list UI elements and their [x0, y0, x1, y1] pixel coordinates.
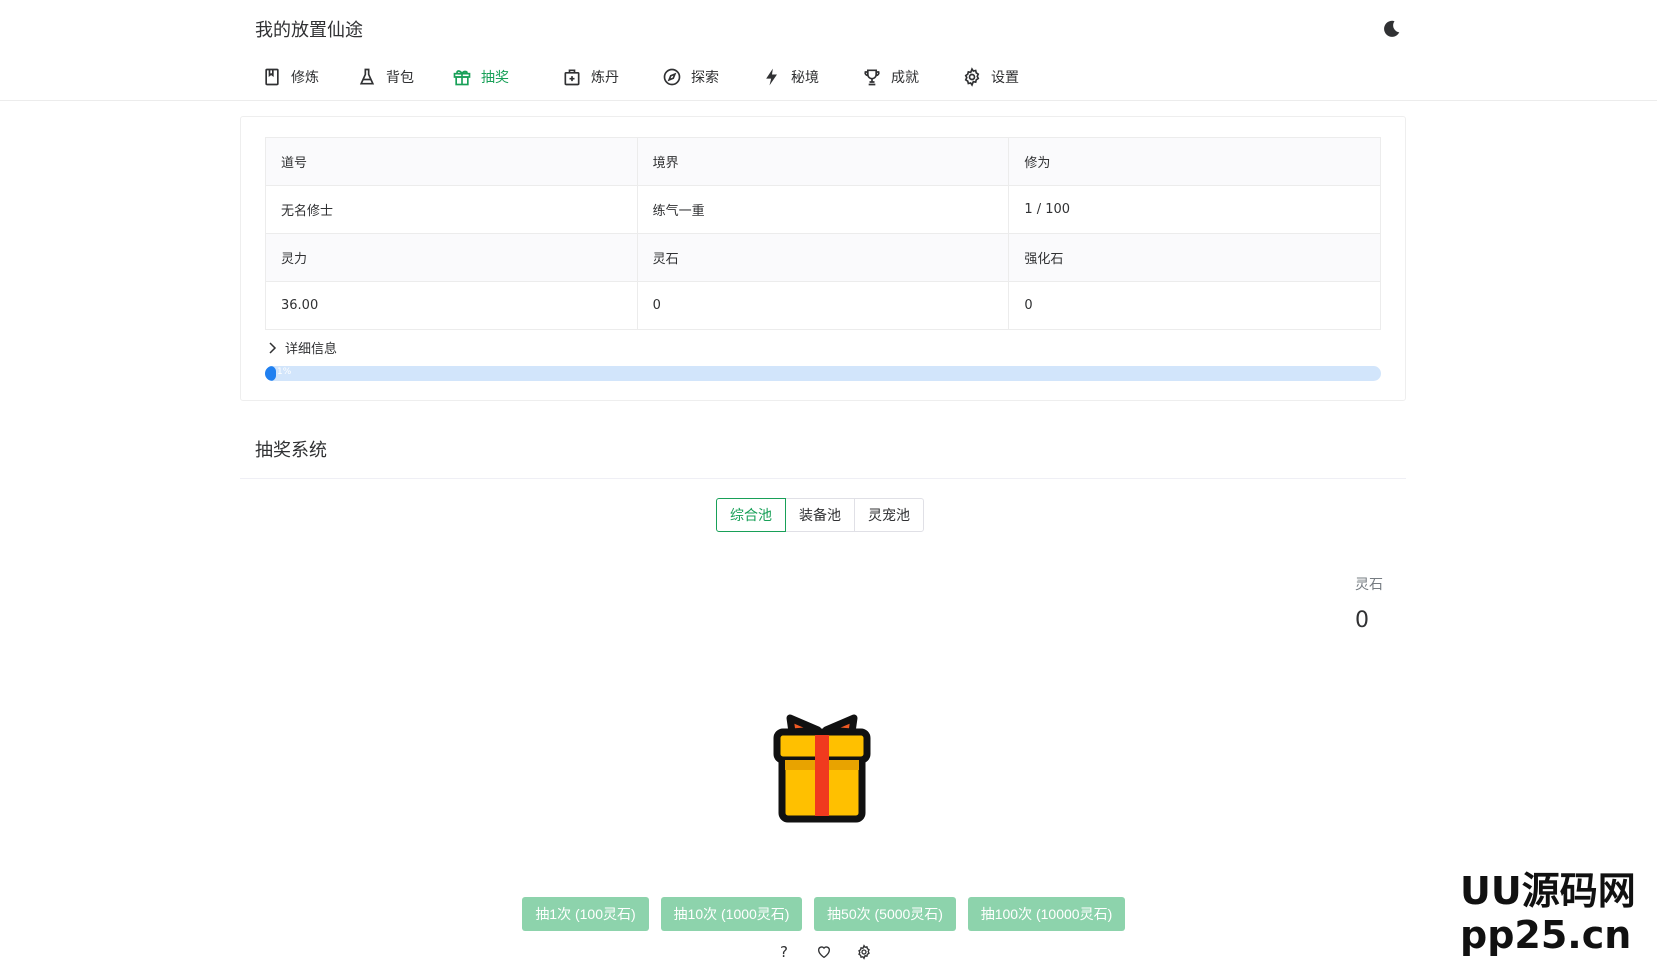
chevron-right-icon: [269, 341, 277, 354]
nav-label: 成就: [891, 70, 919, 86]
nav-item-backpack[interactable]: 背包: [357, 64, 414, 90]
nav-item-settings[interactable]: 设置: [962, 64, 1019, 90]
nav-label: 探索: [691, 70, 719, 86]
stat-value-cultivation: 1 / 100: [1008, 185, 1381, 234]
gear-icon[interactable]: [854, 942, 874, 962]
medkit-icon: [564, 69, 580, 86]
lightning-icon: [766, 68, 777, 86]
nav-label: 背包: [386, 70, 414, 86]
tab-general-pool[interactable]: 综合池: [716, 498, 786, 532]
progress-fill: [265, 366, 277, 381]
question-icon[interactable]: ?: [774, 942, 794, 962]
watermark: UU源码网 pp25.cn: [1460, 869, 1636, 957]
spirit-stone-label: 灵石: [1355, 577, 1383, 593]
tab-equipment-pool[interactable]: 装备池: [785, 498, 855, 532]
nav-item-realm[interactable]: 秘境: [762, 64, 819, 90]
gift-box-icon: [773, 714, 871, 823]
flask-icon: [359, 68, 375, 85]
nav-label: 抽奖: [481, 70, 509, 86]
cultivation-progress-bar: 1%: [265, 366, 1381, 381]
app-header: 我的放置仙途 修炼 背包 抽奖 炼丹 探索 秘境 成就 设置: [0, 0, 1657, 101]
nav-item-alchemy[interactable]: 炼丹: [562, 64, 619, 90]
spirit-stone-value: 0: [1355, 608, 1369, 633]
watermark-line2: pp25.cn: [1460, 912, 1632, 957]
stat-value-spirit-power: 36.00: [265, 281, 638, 330]
stat-value-realm: 练气一重: [636, 185, 1010, 234]
details-toggle[interactable]: 详细信息: [267, 338, 337, 357]
nav-item-cultivate[interactable]: 修炼: [262, 64, 319, 90]
player-stats-table: 道号 境界 修为 无名修士 练气一重 1 / 100 灵力 灵石 强化石 36.…: [265, 137, 1381, 330]
draw-1-button[interactable]: 抽1次 (100灵石): [522, 897, 649, 931]
footer-icons: ?: [774, 942, 874, 962]
table-row: 灵力 灵石 强化石: [265, 233, 1381, 282]
watermark-line1: UU源码网: [1460, 869, 1636, 913]
nav-item-achievement[interactable]: 成就: [862, 64, 919, 90]
nav-label: 炼丹: [591, 70, 619, 86]
progress-text: 1%: [277, 367, 292, 377]
stat-label-name: 道号: [265, 137, 638, 186]
draw-10-button[interactable]: 抽10次 (1000灵石): [661, 897, 802, 931]
nav-item-explore[interactable]: 探索: [662, 64, 719, 90]
stat-label-cultivation: 修为: [1008, 137, 1381, 186]
heart-icon[interactable]: [814, 942, 834, 962]
nav-item-gacha[interactable]: 抽奖: [452, 64, 509, 90]
table-row: 道号 境界 修为: [265, 137, 1381, 186]
stat-value-spirit-stone: 0: [636, 281, 1010, 330]
stat-label-spirit-stone: 灵石: [636, 233, 1010, 282]
app-title: 我的放置仙途: [255, 20, 363, 41]
tab-pet-pool[interactable]: 灵宠池: [854, 498, 924, 532]
player-stats-card: 道号 境界 修为 无名修士 练气一重 1 / 100 灵力 灵石 强化石 36.…: [240, 116, 1406, 401]
draw-100-button[interactable]: 抽100次 (10000灵石): [968, 897, 1125, 931]
stat-label-spirit-power: 灵力: [265, 233, 638, 282]
stat-label-enhance-stone: 强化石: [1008, 233, 1381, 282]
compass-icon: [663, 68, 681, 86]
stat-value-name: 无名修士: [265, 185, 638, 234]
book-icon: [265, 68, 279, 86]
draw-50-button[interactable]: 抽50次 (5000灵石): [814, 897, 956, 931]
gacha-title: 抽奖系统: [255, 440, 327, 461]
trophy-icon: [864, 69, 880, 86]
nav-label: 设置: [991, 70, 1019, 86]
pool-tabs: 综合池 装备池 灵宠池: [716, 498, 924, 532]
nav-label: 修炼: [291, 70, 319, 86]
nav-label: 秘境: [791, 70, 819, 86]
details-label: 详细信息: [285, 342, 338, 357]
moon-icon[interactable]: [1379, 17, 1403, 41]
gift-icon: [453, 70, 471, 86]
gear-icon: [964, 67, 980, 87]
divider: [240, 478, 1406, 479]
stat-label-realm: 境界: [636, 137, 1010, 186]
spirit-stone-stat: 灵石 0: [1355, 574, 1383, 633]
table-row: 无名修士 练气一重 1 / 100: [265, 185, 1381, 234]
table-row: 36.00 0 0: [265, 281, 1381, 330]
stat-value-enhance-stone: 0: [1008, 281, 1381, 330]
